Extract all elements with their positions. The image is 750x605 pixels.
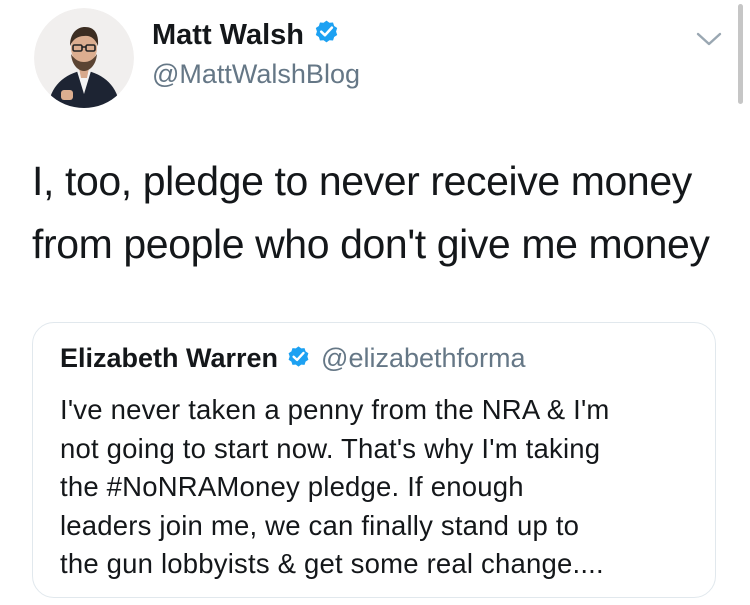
avatar-photo xyxy=(34,8,134,108)
verified-badge-icon xyxy=(313,18,340,53)
quoted-text-line: I've never taken a penny from the NRA & … xyxy=(60,394,610,425)
quoted-author-handle: @elizabethforma xyxy=(321,343,526,373)
tweet-text: I, too, pledge to never receive money fr… xyxy=(32,150,732,276)
quoted-tweet-card[interactable]: Elizabeth Warren @elizabethforma I've ne… xyxy=(32,322,716,598)
quoted-tweet-text: I've never taken a penny from the NRA & … xyxy=(60,391,700,584)
quoted-tweet-header: Elizabeth Warren @elizabethforma xyxy=(60,343,526,374)
quoted-text-line: leaders join me, we can finally stand up… xyxy=(60,509,580,541)
scrollbar[interactable] xyxy=(738,4,743,104)
quoted-text-line: the gun lobbyists & get some real change… xyxy=(60,548,604,580)
author-name[interactable]: Matt Walsh xyxy=(152,18,340,53)
author-name-text: Matt Walsh xyxy=(152,19,304,51)
chevron-down-icon[interactable] xyxy=(694,28,724,50)
tweet-text-line: from people who don't give me money xyxy=(32,221,710,267)
tweet: Matt Walsh @MattWalshBlog I, too, pledge… xyxy=(0,0,750,605)
quoted-text-line: the #NoNRAMoney pledge. If enough xyxy=(60,471,524,503)
avatar[interactable] xyxy=(34,8,134,108)
quoted-text-line: not going to start now. That's why I'm t… xyxy=(60,432,601,464)
quoted-author-name: Elizabeth Warren xyxy=(60,343,279,373)
author-handle[interactable]: @MattWalshBlog xyxy=(152,59,360,90)
verified-badge-icon xyxy=(286,344,311,374)
tweet-text-line: I, too, pledge to never receive money xyxy=(32,158,692,204)
